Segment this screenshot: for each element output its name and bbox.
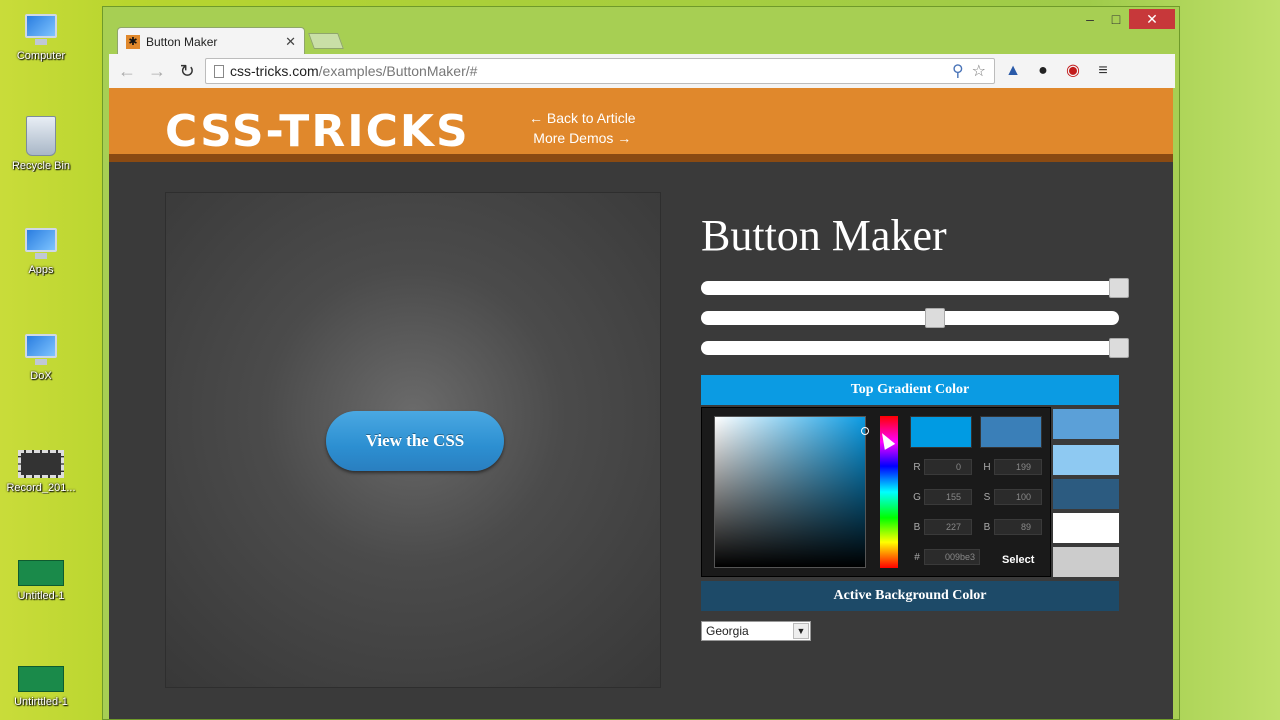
new-color-swatch	[910, 416, 972, 448]
slider-thumb[interactable]	[1109, 278, 1129, 298]
saturation-label: S	[983, 491, 991, 503]
hex-value[interactable]: 009be3	[924, 549, 980, 565]
browser-tab[interactable]: ✱ Button Maker ✕	[117, 27, 305, 55]
desktop-icon-apps[interactable]: Apps	[1, 226, 81, 276]
hue-label: H	[983, 461, 991, 473]
image-file-icon	[18, 666, 64, 692]
saturation-value-area[interactable]	[714, 416, 869, 568]
tab-title: Button Maker	[146, 34, 218, 49]
blue-label: B	[913, 521, 921, 533]
select-color-button[interactable]: Select	[1002, 554, 1034, 566]
saturation-field[interactable]: S 100	[980, 488, 1042, 506]
css-tricks-logo[interactable]: CSS-TRICKS	[165, 106, 470, 157]
active-background-color-header[interactable]: Active Background Color	[701, 581, 1119, 611]
brightness-value[interactable]: 89	[994, 519, 1042, 535]
slider-1[interactable]	[701, 278, 1129, 298]
color-marker[interactable]	[861, 427, 869, 435]
computer-icon	[21, 332, 61, 366]
color-picker-row: R 0 G 155 B 227 H 199 S 100 B 89 # 009be…	[701, 405, 1119, 581]
browser-window: – □ ✕ ✱ Button Maker ✕ ← → ↻ css-tricks.…	[102, 6, 1180, 720]
desktop-icon-untitled[interactable]: Untitled-1	[1, 560, 81, 602]
slider-thumb[interactable]	[925, 308, 945, 328]
page-icon	[214, 64, 224, 78]
site-header: CSS-TRICKS ← Back to Article More Demos …	[109, 88, 1173, 162]
slider-2[interactable]	[701, 308, 1119, 328]
red-field[interactable]: R 0	[910, 458, 972, 476]
saturation-value[interactable]: 100	[994, 489, 1042, 505]
image-file-icon	[18, 560, 64, 586]
top-gradient-color-header[interactable]: Top Gradient Color	[701, 375, 1119, 405]
color-swatch[interactable]	[1053, 513, 1119, 543]
close-window-button[interactable]: ✕	[1129, 9, 1175, 29]
slider-3[interactable]	[701, 338, 1129, 358]
green-value[interactable]: 155	[924, 489, 972, 505]
url-path: /examples/ButtonMaker/#	[318, 63, 478, 79]
red-value[interactable]: 0	[924, 459, 972, 475]
hex-field[interactable]: # 009be3	[910, 548, 980, 566]
video-file-icon	[18, 450, 64, 478]
blue-field[interactable]: B 227	[910, 518, 972, 536]
new-tab-button[interactable]	[308, 33, 344, 49]
header-links: ← Back to Article More Demos →	[529, 108, 636, 148]
extension-speed-icon[interactable]: ●	[1031, 59, 1055, 83]
computer-icon	[21, 226, 61, 260]
more-demos-link[interactable]: More Demos →	[529, 128, 636, 148]
brightness-field[interactable]: B 89	[980, 518, 1042, 536]
button-preview-stage: View the CSS	[165, 192, 661, 688]
bookmark-star-icon[interactable]: ☆	[972, 61, 986, 81]
page-viewport: CSS-TRICKS ← Back to Article More Demos …	[109, 88, 1173, 719]
green-field[interactable]: G 155	[910, 488, 972, 506]
font-family-select[interactable]: Georgia ▼	[701, 621, 811, 641]
blue-value[interactable]: 227	[924, 519, 972, 535]
desktop-icon-label: Untitled-1	[17, 590, 65, 602]
color-swatch[interactable]	[1053, 445, 1119, 475]
back-button[interactable]: ←	[115, 59, 139, 83]
forward-button[interactable]: →	[145, 59, 169, 83]
address-bar[interactable]: css-tricks.com/examples/ButtonMaker/# ⚲ …	[205, 58, 995, 84]
desktop-icon-label: Record_201...	[6, 482, 76, 494]
url-host: css-tricks.com	[230, 63, 319, 79]
desktop-icon-label: Apps	[28, 264, 54, 276]
controls-panel: Button Maker Top Gradient Color R 0 G 15…	[701, 192, 1129, 641]
extension-user-icon[interactable]: ▲	[1001, 59, 1025, 83]
desktop-icon-recycle-bin[interactable]: Recycle Bin	[1, 116, 81, 172]
translate-icon[interactable]: ⚲	[952, 61, 964, 81]
view-css-button[interactable]: View the CSS	[326, 411, 504, 471]
desktop-icon-dox[interactable]: DoX	[1, 332, 81, 382]
red-label: R	[913, 461, 921, 473]
recycle-bin-icon	[26, 116, 56, 156]
green-label: G	[913, 491, 921, 503]
current-color-swatch	[980, 416, 1042, 448]
page-title: Button Maker	[701, 211, 947, 260]
computer-icon	[21, 12, 61, 46]
desktop-icon-label: Untirttled-1	[14, 696, 68, 708]
slider-thumb[interactable]	[1109, 338, 1129, 358]
hue-field[interactable]: H 199	[980, 458, 1042, 476]
font-select-value: Georgia	[706, 624, 749, 638]
desktop-icon-computer[interactable]: Computer	[1, 12, 81, 62]
favicon-icon: ✱	[126, 34, 140, 49]
color-swatch[interactable]	[1053, 409, 1119, 439]
color-picker: R 0 G 155 B 227 H 199 S 100 B 89 # 009be…	[701, 407, 1051, 577]
tab-close-icon[interactable]: ✕	[285, 34, 296, 50]
desktop-icon-record[interactable]: Record_201...	[1, 450, 81, 494]
desktop-icon-label: Computer	[16, 50, 66, 62]
color-swatch[interactable]	[1053, 479, 1119, 509]
hex-label: #	[914, 551, 920, 563]
color-swatch[interactable]	[1053, 547, 1119, 577]
desktop-icon-label: DoX	[30, 370, 52, 382]
chevron-down-icon: ▼	[793, 623, 809, 639]
browser-toolbar: ← → ↻ css-tricks.com/examples/ButtonMake…	[109, 54, 1175, 88]
menu-icon[interactable]: ≡	[1091, 59, 1115, 83]
window-controls: – □ ✕	[1077, 9, 1175, 29]
brightness-label: B	[983, 521, 991, 533]
reload-button[interactable]: ↻	[175, 59, 199, 83]
minimize-button[interactable]: –	[1077, 9, 1103, 29]
desktop-icon-label: Recycle Bin	[11, 160, 71, 172]
maximize-button[interactable]: □	[1103, 9, 1129, 29]
extension-lastpass-icon[interactable]: ◉	[1061, 59, 1085, 83]
back-to-article-link[interactable]: ← Back to Article	[529, 108, 636, 128]
desktop-icon-untirttled[interactable]: Untirttled-1	[1, 666, 81, 708]
hue-value[interactable]: 199	[994, 459, 1042, 475]
